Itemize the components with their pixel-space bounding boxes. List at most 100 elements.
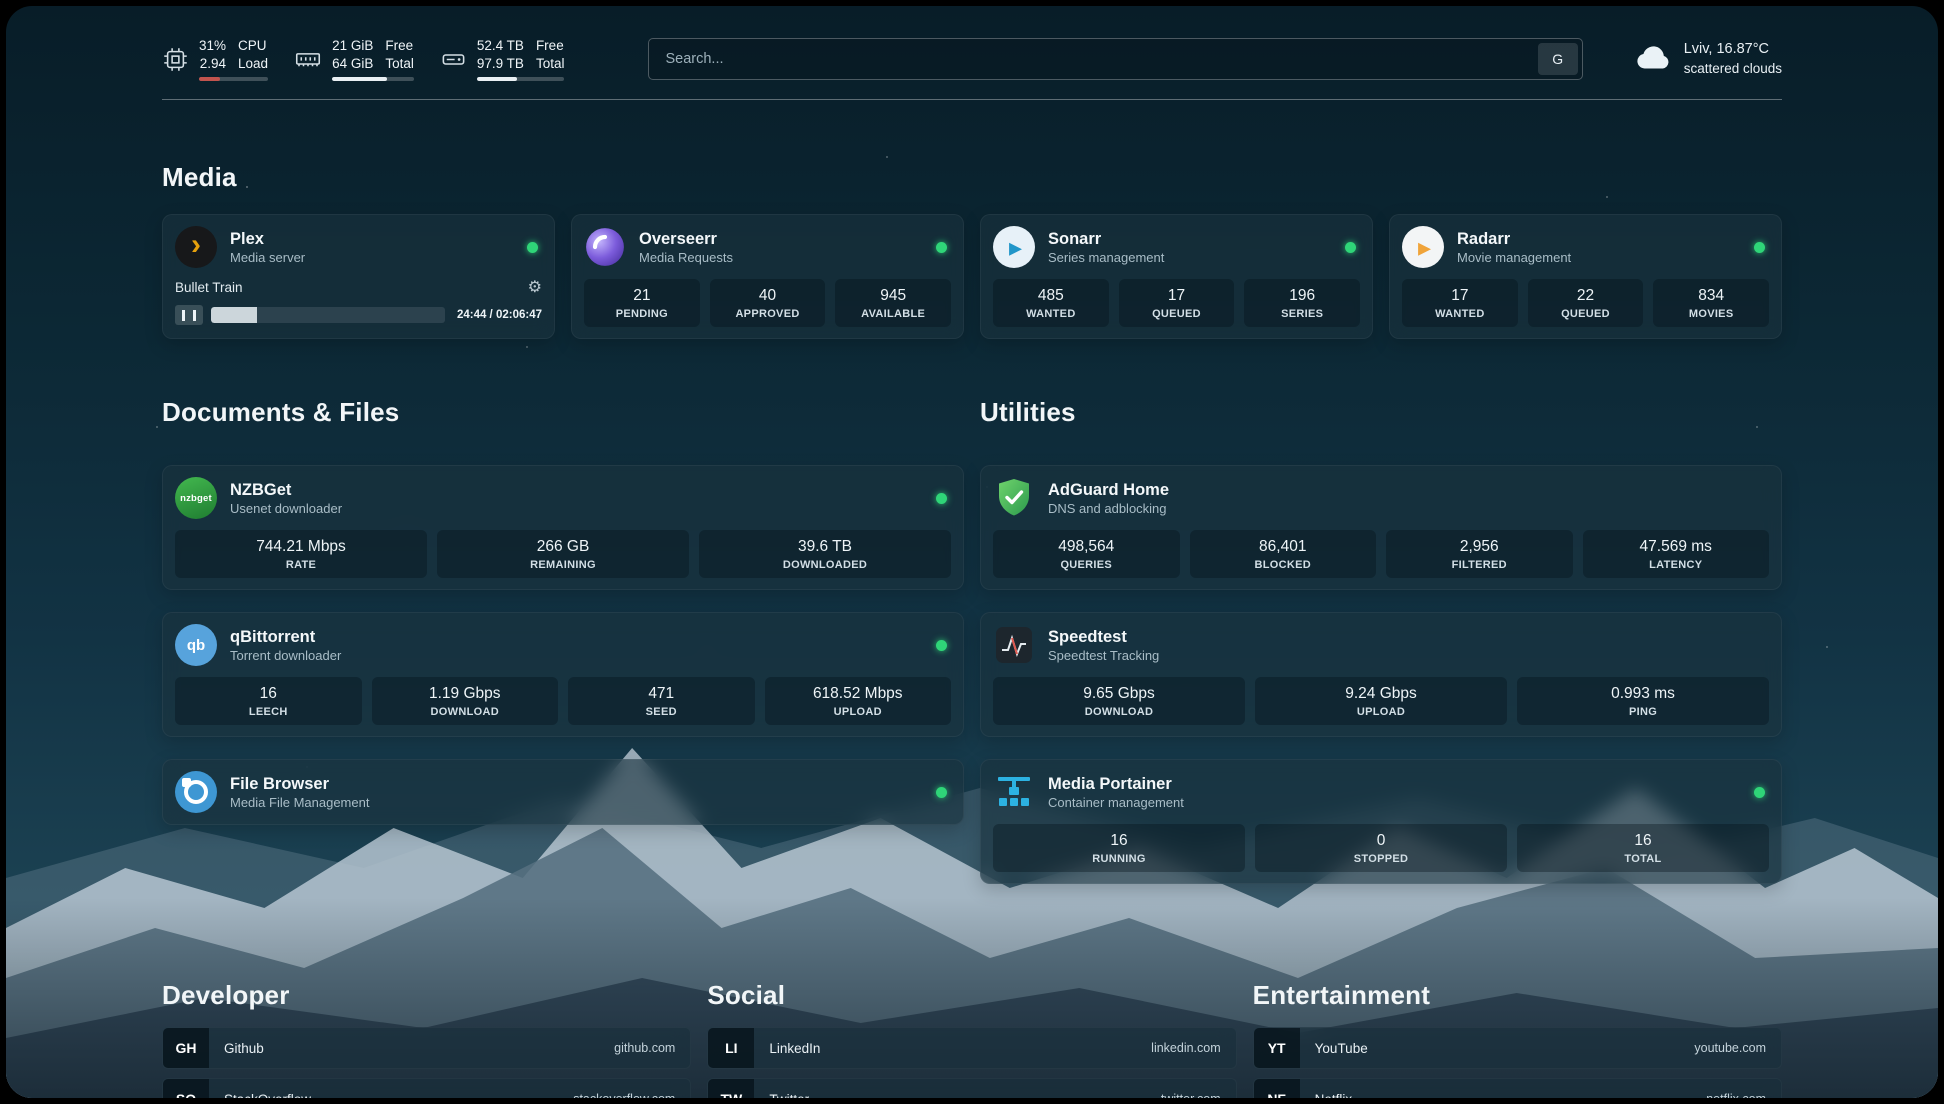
status-dot [527,242,538,253]
stat-label: LATENCY [1587,559,1766,571]
disk-stats-widget: 52.4 TB Free 97.9 TB Total [440,38,565,81]
ram-free-value: 21 GiB [332,38,373,55]
stat-value: 16 [997,832,1241,850]
ram-total-value: 64 GiB [332,56,373,73]
nzbget-stat-remaining: 266 GB REMAINING [437,530,689,578]
qbittorrent-stat-seed: 471 SEED [568,677,755,725]
pause-button[interactable] [175,305,203,325]
stat-label: PING [1521,706,1765,718]
stat-value: 0.993 ms [1521,685,1765,703]
bookmark-abbr: NF [1254,1079,1300,1098]
search-input[interactable] [648,38,1582,80]
stat-label: QUERIES [997,559,1176,571]
service-desc: Media Requests [639,250,733,266]
qbittorrent-stat-upload: 618.52 Mbps UPLOAD [765,677,952,725]
status-dot [1345,242,1356,253]
service-card-overseerr[interactable]: Overseerr Media Requests 21 PENDING 40 A… [571,214,964,339]
stat-value: 16 [179,685,358,703]
radarr-stat-wanted: 17 WANTED [1402,279,1518,327]
status-dot [936,640,947,651]
service-card-plex[interactable]: › Plex Media server Bullet Train ⚙ [162,214,555,339]
adguard-stat-blocked: 86,401 BLOCKED [1190,530,1377,578]
stat-value: 0 [1259,832,1503,850]
overseerr-stat-pending: 21 PENDING [584,279,700,327]
adguard-stat-queries: 498,564 QUERIES [993,530,1180,578]
stat-value: 22 [1532,287,1640,305]
ram-stats-widget: 21 GiB Free 64 GiB Total [294,38,414,81]
disk-total-value: 97.9 TB [477,56,524,73]
status-dot [936,787,947,798]
bookmark-url: github.com [614,1041,690,1055]
plex-chevron-glyph: › [191,230,201,260]
search-engine-button[interactable]: G [1538,43,1578,75]
cpu-usage-label: CPU [238,38,268,55]
stat-label: DOWNLOADED [703,559,947,571]
ram-usage-bar-fill [332,77,387,81]
stat-label: AVAILABLE [839,308,947,320]
bookmark-abbr: LI [708,1028,754,1068]
bookmark-linkedin[interactable]: LI LinkedIn linkedin.com [707,1027,1236,1069]
stat-label: APPROVED [714,308,822,320]
service-card-nzbget[interactable]: nzbget NZBGet Usenet downloader 744.21 M… [162,465,964,590]
qbittorrent-stat-download: 1.19 Gbps DOWNLOAD [372,677,559,725]
stat-label: RUNNING [997,853,1241,865]
disk-usage-bar [477,77,565,81]
portainer-stat-stopped: 0 STOPPED [1255,824,1507,872]
stat-label: MOVIES [1657,308,1765,320]
service-card-qbittorrent[interactable]: qb qBittorrent Torrent downloader 16 LEE… [162,612,964,737]
stat-value: 39.6 TB [703,538,947,556]
sonarr-stat-series: 196 SERIES [1244,279,1360,327]
playback-time: 24:44 / 02:06:47 [457,309,542,321]
service-card-filebrowser[interactable]: File Browser Media File Management [162,759,964,825]
stat-label: DOWNLOAD [376,706,555,718]
stat-label: DOWNLOAD [997,706,1241,718]
speedtest-icon [993,624,1035,666]
stat-value: 2,956 [1390,538,1569,556]
cpu-load-label: Load [238,56,268,73]
bookmark-netflix[interactable]: NF Netflix netflix.com [1253,1078,1782,1098]
service-desc: Media server [230,250,305,266]
service-card-radarr[interactable]: ▸ Radarr Movie management 17 WANTED 22 [1389,214,1782,339]
snow-specks [6,6,8,8]
overseerr-stat-approved: 40 APPROVED [710,279,826,327]
bookmark-stackoverflow[interactable]: SO StackOverflow stackoverflow.com [162,1078,691,1098]
bookmark-twitter[interactable]: TW Twitter twitter.com [707,1078,1236,1098]
service-card-adguard[interactable]: AdGuard Home DNS and adblocking 498,564 … [980,465,1782,590]
service-card-sonarr[interactable]: ▸ Sonarr Series management 485 WANTED 17 [980,214,1373,339]
service-name: Plex [230,229,305,250]
status-dot [936,493,947,504]
bookmark-github[interactable]: GH Github github.com [162,1027,691,1069]
service-desc: Series management [1048,250,1164,266]
nzbget-icon: nzbget [175,477,217,519]
stat-value: 744.21 Mbps [179,538,423,556]
status-dot [1754,242,1765,253]
stat-value: 86,401 [1194,538,1373,556]
service-name: Media Portainer [1048,774,1184,795]
playback-progress-bar[interactable] [211,307,445,323]
speedtest-stat-upload: 9.24 Gbps UPLOAD [1255,677,1507,725]
cpu-load-value: 2.94 [199,56,226,73]
stat-value: 196 [1248,287,1356,305]
status-dot [1754,787,1765,798]
service-desc: DNS and adblocking [1048,501,1169,517]
cpu-usage-bar-fill [199,77,220,81]
stat-value: 17 [1406,287,1514,305]
bookmark-url: stackoverflow.com [573,1092,690,1098]
stat-label: PENDING [588,308,696,320]
service-card-speedtest[interactable]: Speedtest Speedtest Tracking 9.65 Gbps D… [980,612,1782,737]
overseerr-icon [584,226,626,268]
topbar-divider [162,99,1782,100]
gear-icon[interactable]: ⚙ [528,277,542,297]
speedtest-stat-ping: 0.993 ms PING [1517,677,1769,725]
bookmark-youtube[interactable]: YT YouTube youtube.com [1253,1027,1782,1069]
portainer-stat-total: 16 TOTAL [1517,824,1769,872]
service-card-portainer[interactable]: Media Portainer Container management 16 … [980,759,1782,884]
section-title-entertainment: Entertainment [1253,980,1782,1011]
section-title-documents: Documents & Files [162,397,964,428]
nzbget-stat-rate: 744.21 Mbps RATE [175,530,427,578]
disk-icon [440,46,467,73]
bookmark-name: LinkedIn [754,1041,820,1056]
radarr-icon: ▸ [1402,226,1444,268]
weather-condition: scattered clouds [1684,60,1782,78]
status-dot [936,242,947,253]
